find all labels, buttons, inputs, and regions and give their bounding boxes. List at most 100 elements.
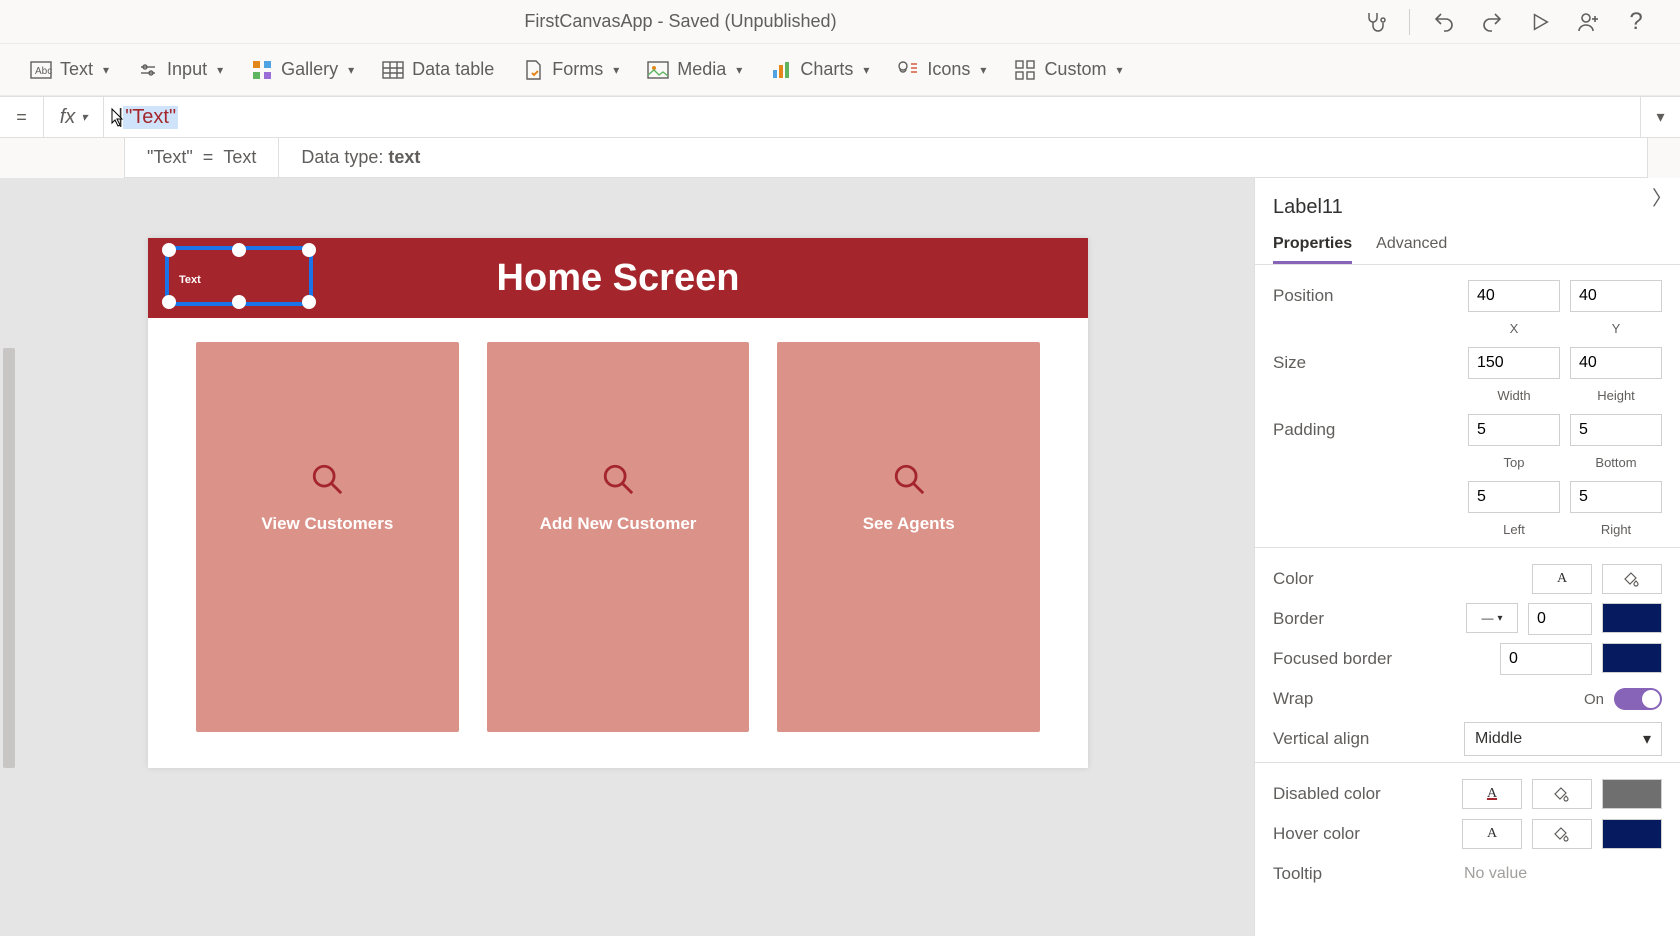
- row-padding-2: [1273, 480, 1662, 514]
- border-style-button[interactable]: — ▾: [1466, 603, 1518, 633]
- ribbon-forms-label: Forms: [552, 59, 603, 80]
- formula-eval: "Text" = Text: [125, 138, 279, 177]
- label-hover-color: Hover color: [1273, 824, 1462, 844]
- chevron-down-icon: ▾: [81, 110, 87, 124]
- ribbon-media-label: Media: [677, 59, 726, 80]
- disabled-font-button[interactable]: A: [1462, 779, 1522, 809]
- disabled-color-swatch[interactable]: [1602, 779, 1662, 809]
- card-view-customers[interactable]: View Customers: [196, 342, 459, 732]
- divider: [1255, 547, 1680, 548]
- fill-color-button[interactable]: [1602, 564, 1662, 594]
- chevron-down-icon: ▾: [217, 63, 223, 77]
- ribbon-custom[interactable]: Custom▾: [1014, 59, 1122, 81]
- input-icon: [137, 59, 159, 81]
- play-icon[interactable]: [1526, 8, 1554, 36]
- icons-icon: [897, 59, 919, 81]
- resize-handle-se[interactable]: [302, 295, 316, 309]
- ribbon-media[interactable]: Media ▾: [647, 59, 742, 81]
- ribbon-input[interactable]: Input▾: [137, 59, 223, 81]
- row-tooltip: Tooltip No value: [1273, 857, 1662, 891]
- formula-result-rhs: Text: [223, 147, 256, 168]
- hover-color-swatch[interactable]: [1602, 819, 1662, 849]
- sublabel-width: Width: [1468, 388, 1560, 403]
- help-icon[interactable]: ?: [1622, 8, 1650, 36]
- formula-equals[interactable]: =: [0, 97, 44, 137]
- input-focused-width[interactable]: [1500, 643, 1592, 675]
- border-color-swatch[interactable]: [1602, 603, 1662, 633]
- chevron-down-icon: ▾: [863, 63, 869, 77]
- tooltip-value[interactable]: No value: [1464, 865, 1662, 883]
- cursor-icon: [110, 107, 126, 129]
- datatype-value: text: [388, 147, 420, 167]
- ribbon-forms[interactable]: Forms▾: [522, 59, 619, 81]
- selected-label-control[interactable]: Text: [165, 246, 313, 306]
- chevron-down-icon: ▾: [1643, 729, 1651, 749]
- card-see-agents[interactable]: See Agents: [777, 342, 1040, 732]
- input-height[interactable]: [1570, 347, 1662, 379]
- tab-properties[interactable]: Properties: [1273, 227, 1352, 264]
- input-border-width[interactable]: [1528, 603, 1592, 635]
- focused-color-swatch[interactable]: [1602, 643, 1662, 673]
- card-row: View Customers Add New Customer See Agen…: [148, 318, 1088, 756]
- custom-icon: [1014, 59, 1036, 81]
- tab-advanced[interactable]: Advanced: [1376, 227, 1447, 264]
- input-pad-right[interactable]: [1570, 481, 1662, 513]
- resize-handle-n[interactable]: [232, 243, 246, 257]
- disabled-fill-button[interactable]: [1532, 779, 1592, 809]
- stethoscope-icon[interactable]: [1361, 8, 1389, 36]
- input-width[interactable]: [1468, 347, 1560, 379]
- scrollbar-thumb[interactable]: [3, 348, 15, 768]
- redo-icon[interactable]: [1478, 8, 1506, 36]
- row-wrap: Wrap On: [1273, 682, 1662, 716]
- valign-dropdown[interactable]: Middle▾: [1464, 722, 1662, 756]
- hover-font-button[interactable]: A: [1462, 819, 1522, 849]
- formula-result-eq: =: [203, 147, 214, 168]
- chevron-down-icon: ▾: [103, 63, 109, 77]
- input-pad-top[interactable]: [1468, 414, 1560, 446]
- formula-expand-icon[interactable]: ▾: [1640, 97, 1680, 137]
- main-area: Text Home Screen View Customers Ad: [0, 178, 1680, 936]
- properties-body: Position XY Size WidthHeight Padding: [1255, 265, 1680, 936]
- input-pad-bottom[interactable]: [1570, 414, 1662, 446]
- wrap-on-label: On: [1584, 691, 1604, 708]
- app-canvas[interactable]: Text Home Screen View Customers Ad: [148, 238, 1088, 768]
- font-color-button[interactable]: A: [1532, 564, 1592, 594]
- sublabel-top: Top: [1468, 455, 1560, 470]
- input-position-y[interactable]: [1570, 280, 1662, 312]
- input-pad-left[interactable]: [1468, 481, 1560, 513]
- card-add-customer[interactable]: Add New Customer: [487, 342, 750, 732]
- gallery-icon: [251, 59, 273, 81]
- wrap-toggle[interactable]: [1614, 688, 1662, 710]
- resize-handle-nw[interactable]: [162, 243, 176, 257]
- chevron-down-icon: ▾: [736, 63, 742, 77]
- resize-handle-s[interactable]: [232, 295, 246, 309]
- properties-panel: 〉 Label11 Properties Advanced Position X…: [1254, 178, 1680, 936]
- row-focused-border: Focused border: [1273, 642, 1662, 676]
- left-scrollbar[interactable]: [0, 178, 18, 936]
- ribbon-charts[interactable]: Charts ▾: [770, 59, 869, 81]
- divider: [1409, 9, 1410, 35]
- resize-handle-ne[interactable]: [302, 243, 316, 257]
- ribbon-charts-label: Charts: [800, 59, 853, 80]
- card-label: Add New Customer: [540, 514, 697, 534]
- input-position-x[interactable]: [1468, 280, 1560, 312]
- sublabel-left: Left: [1468, 522, 1560, 537]
- ribbon-gallery[interactable]: Gallery▾: [251, 59, 354, 81]
- sublabel-bottom: Bottom: [1570, 455, 1662, 470]
- titlebar: FirstCanvasApp - Saved (Unpublished) ?: [0, 0, 1680, 44]
- canvas-area[interactable]: Text Home Screen View Customers Ad: [18, 178, 1254, 936]
- datatype-label: Data type:: [301, 147, 388, 167]
- ribbon-datatable[interactable]: Data table: [382, 59, 494, 81]
- ribbon-text[interactable]: AbcText▾: [30, 59, 109, 81]
- toggle-knob: [1642, 690, 1660, 708]
- text-label-icon: Abc: [30, 59, 52, 81]
- hover-fill-button[interactable]: [1532, 819, 1592, 849]
- share-icon[interactable]: [1574, 8, 1602, 36]
- formula-input[interactable]: |"Text": [104, 97, 1640, 137]
- undo-icon[interactable]: [1430, 8, 1458, 36]
- ribbon-icons[interactable]: Icons▾: [897, 59, 986, 81]
- fx-button[interactable]: fx▾: [44, 97, 104, 137]
- resize-handle-sw[interactable]: [162, 295, 176, 309]
- app-header: Text Home Screen: [148, 238, 1088, 318]
- panel-collapse-icon[interactable]: 〉: [1652, 182, 1672, 211]
